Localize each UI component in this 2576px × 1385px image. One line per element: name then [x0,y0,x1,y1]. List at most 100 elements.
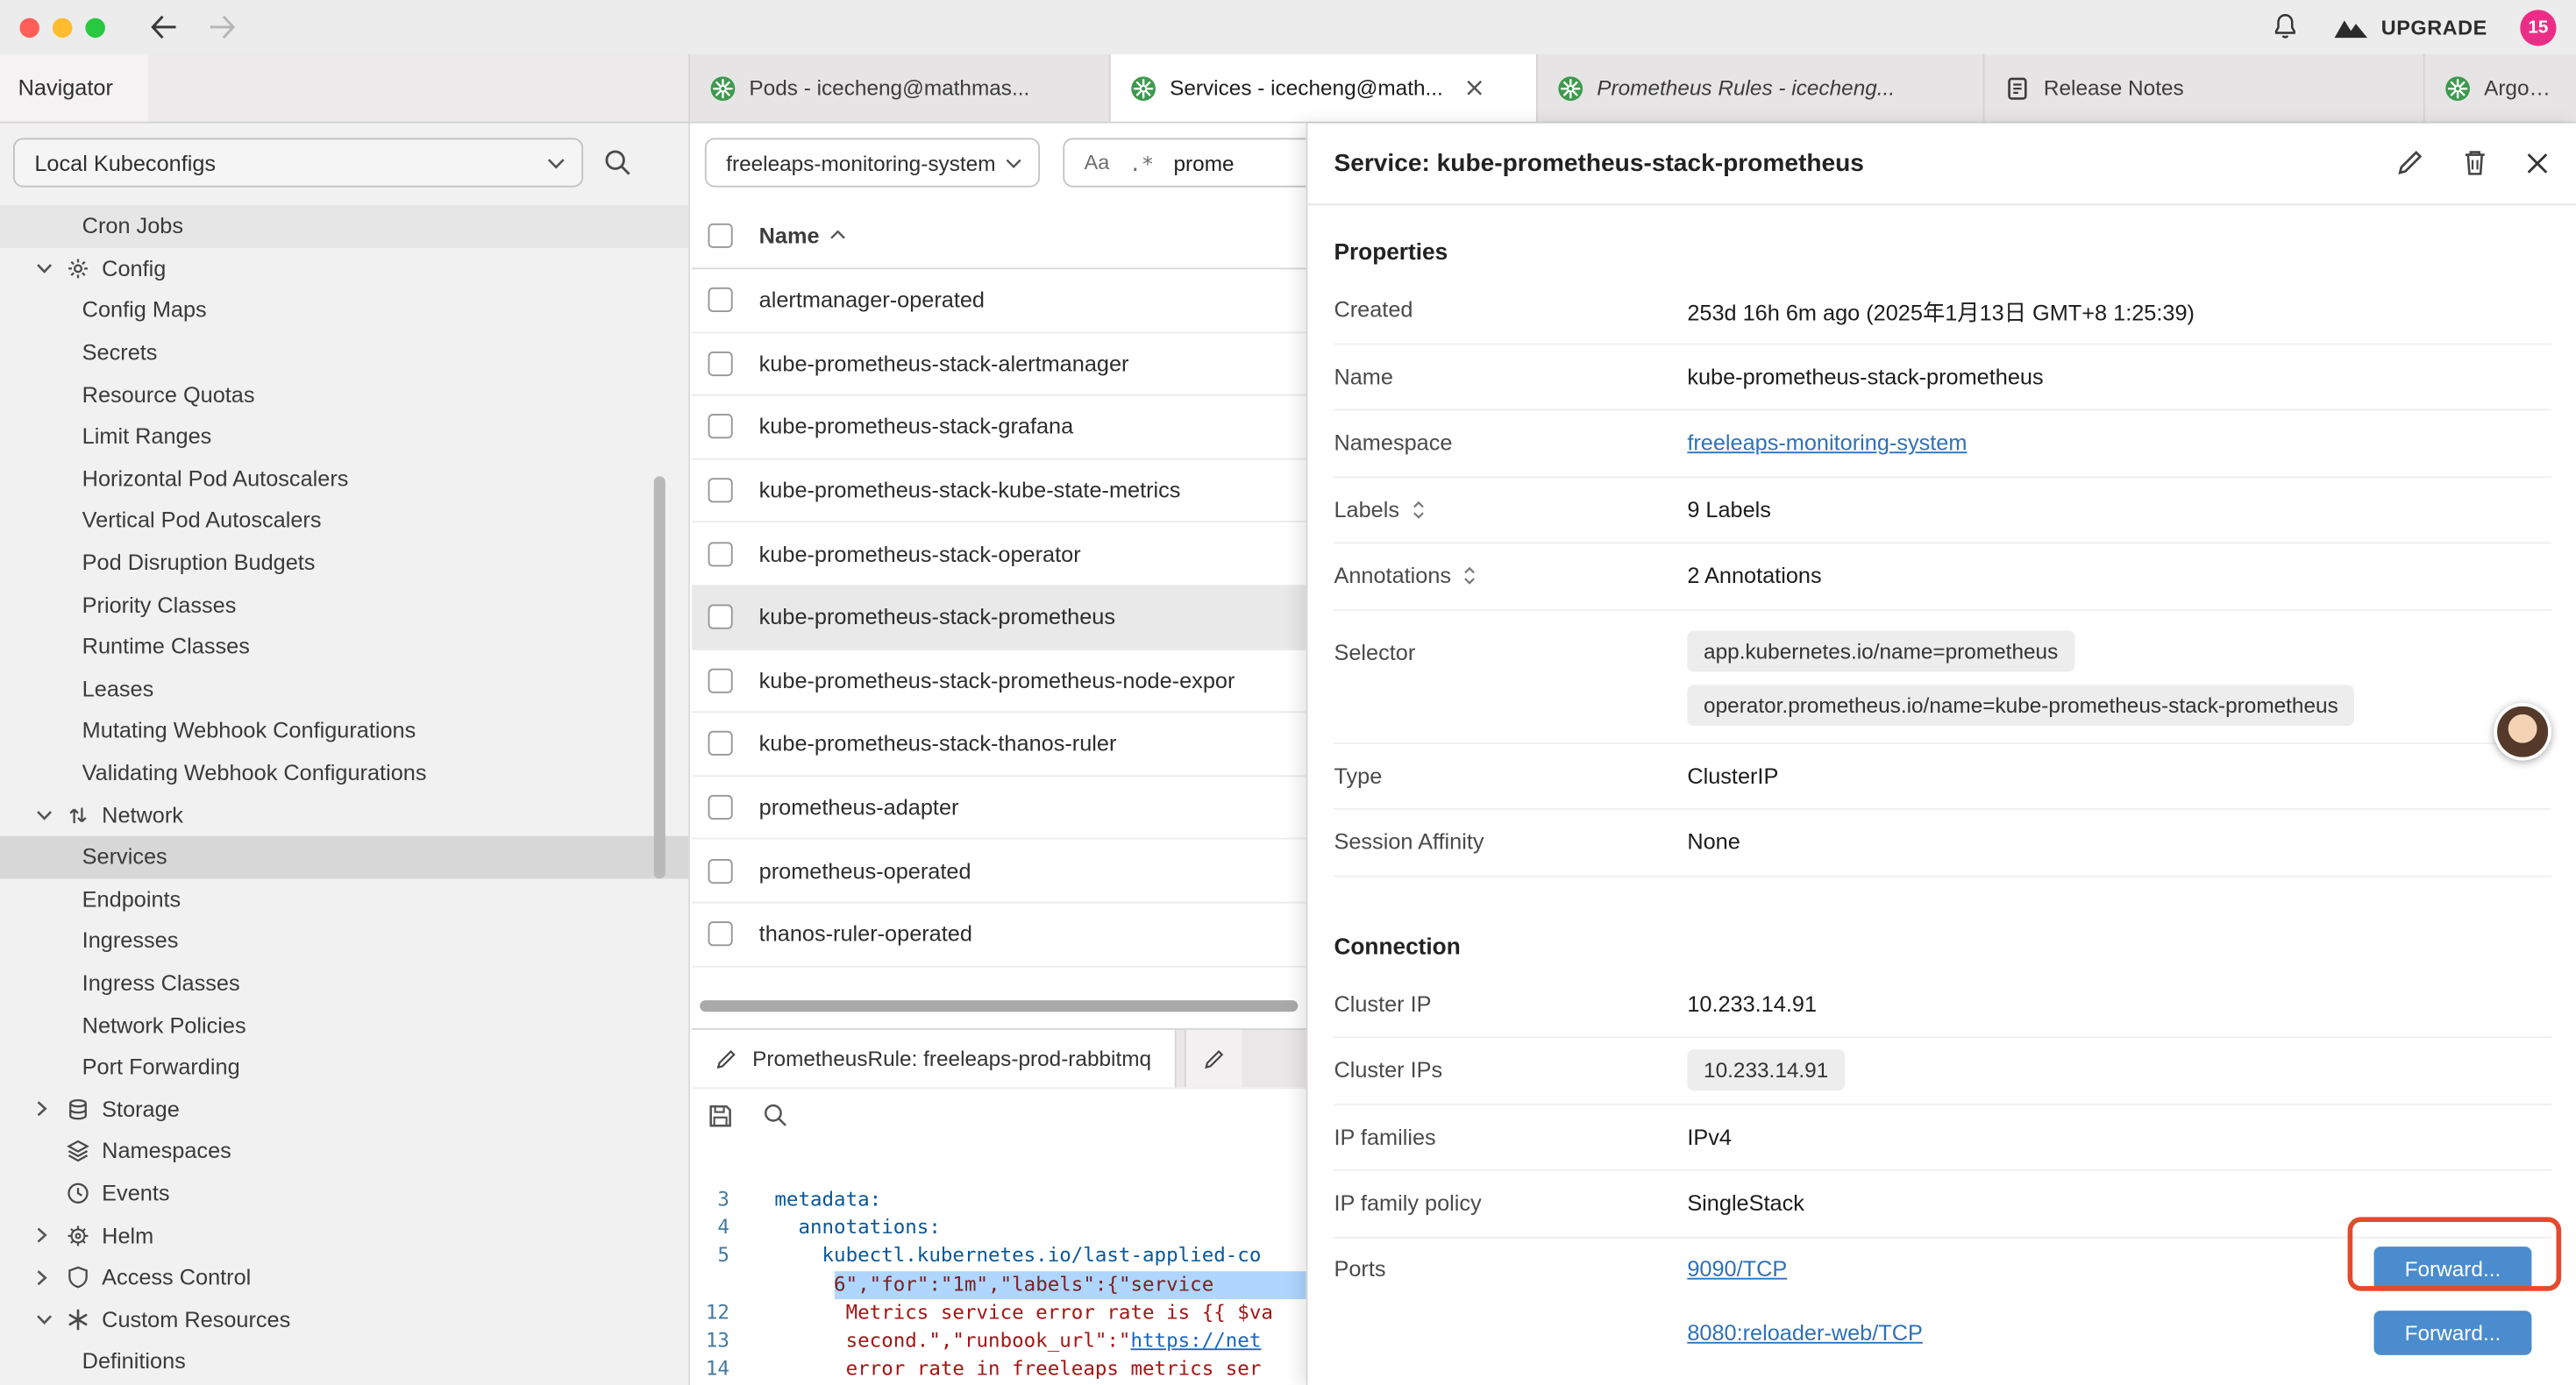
editor-search-icon[interactable] [762,1101,788,1131]
close-window-button[interactable] [19,18,39,37]
sidebar-item-ingresses[interactable]: Ingresses [0,920,688,962]
namespace-link[interactable]: freeleaps-monitoring-system [1687,430,1967,455]
table-row[interactable]: prometheus-operated [692,840,1306,903]
asterisk-icon [66,1307,102,1332]
select-all-checkbox[interactable] [708,223,733,247]
tab-pods[interactable]: Pods - icecheng@mathmas... [690,54,1111,122]
tab-release-notes[interactable]: Release Notes [1984,54,2424,122]
delete-icon[interactable] [2461,148,2489,178]
sort-toggle-icon[interactable] [1462,565,1477,586]
row-checkbox[interactable] [708,922,733,947]
zoom-window-button[interactable] [85,18,104,37]
upgrade-button[interactable]: UPGRADE [2333,15,2487,39]
row-checkbox[interactable] [708,795,733,820]
horizontal-scrollbar[interactable] [700,1000,1298,1012]
row-checkbox[interactable] [708,542,733,566]
port-link[interactable]: 8080:reloader-web/TCP [1687,1320,1923,1345]
sidebar-item-config-maps[interactable]: Config Maps [0,289,688,331]
row-checkbox[interactable] [708,352,733,376]
table-row[interactable]: prometheus-adapter [692,777,1306,840]
sidebar-search-icon[interactable] [603,148,633,178]
yaml-editor[interactable]: 3 metadata: 4 annotations: 5 kubectl.kub… [692,1143,1306,1385]
sidebar-item-events[interactable]: Events [0,1172,688,1214]
sidebar-item-network-policies[interactable]: Network Policies [0,1004,688,1046]
sidebar-item-priority-classes[interactable]: Priority Classes [0,584,688,626]
forward-button[interactable]: Forward... [2374,1310,2532,1355]
dock-tab-prometheusrule[interactable]: PrometheusRule: freeleaps-prod-rabbitmq [692,1030,1176,1088]
sidebar-item-access-control[interactable]: Access Control [0,1256,688,1298]
helm-wheel-icon [66,1223,102,1247]
sidebar-item-secrets[interactable]: Secrets [0,331,688,373]
sidebar-item-runtime-classes[interactable]: Runtime Classes [0,626,688,668]
forward-button[interactable]: Forward... [2374,1247,2532,1292]
notifications-bell-icon[interactable] [2271,12,2301,42]
avatar[interactable] [2494,703,2551,761]
sidebar-item-ingress-classes[interactable]: Ingress Classes [0,962,688,1004]
property-row-name: Name kube-prometheus-stack-prometheus [1334,344,2551,411]
search-input[interactable]: prome [1174,150,1235,174]
connection-row-cluster-ip: Cluster IP 10.233.14.91 [1334,971,2551,1038]
sidebar-item-cron-jobs[interactable]: Cron Jobs [0,205,688,247]
sidebar-item-definitions[interactable]: Definitions [0,1340,688,1382]
edit-icon[interactable] [2395,148,2425,178]
navigator-header: Navigator [0,54,148,122]
table-row[interactable]: thanos-ruler-operated [692,903,1306,966]
sidebar-item-limit-ranges[interactable]: Limit Ranges [0,416,688,458]
column-header-name[interactable]: Name [759,223,846,247]
sidebar-item-storage[interactable]: Storage [0,1088,688,1130]
match-case-toggle[interactable]: Aa [1085,151,1110,174]
port-link[interactable]: 9090/TCP [1687,1257,1787,1282]
table-row[interactable]: kube-prometheus-stack-operator [692,523,1306,586]
sidebar-item-vertical-pod-autoscalers[interactable]: Vertical Pod Autoscalers [0,500,688,542]
sort-toggle-icon[interactable] [1411,499,1426,520]
layers-icon [66,1139,102,1163]
tab-argo[interactable]: Argo Se [2425,54,2576,122]
kubeconfig-selector[interactable]: Local Kubeconfigs [13,138,583,187]
table-row[interactable]: kube-prometheus-stack-grafana [692,396,1306,459]
row-checkbox[interactable] [708,732,733,756]
navigator-sidebar: Local Kubeconfigs Cron Jobs Config Confi… [0,124,690,1385]
sidebar-item-port-forwarding[interactable]: Port Forwarding [0,1046,688,1088]
save-icon[interactable] [707,1101,735,1131]
tab-prometheus-rules[interactable]: Prometheus Rules - icecheng... [1538,54,1985,122]
sidebar-item-config[interactable]: Config [0,247,688,289]
sidebar-item-namespaces[interactable]: Namespaces [0,1130,688,1172]
sidebar-item-services[interactable]: Services [0,836,688,878]
namespace-filter-select[interactable]: freeleaps-monitoring-system [705,138,1040,187]
back-button[interactable] [148,12,178,42]
row-checkbox[interactable] [708,858,733,883]
row-checkbox[interactable] [708,668,733,692]
minimize-window-button[interactable] [53,18,72,37]
sidebar-item-mutating-webhook-configurations[interactable]: Mutating Webhook Configurations [0,710,688,752]
row-checkbox[interactable] [708,605,733,629]
sidebar-item-custom-resources[interactable]: Custom Resources [0,1298,688,1340]
table-row[interactable]: kube-prometheus-stack-kube-state-metrics [692,459,1306,522]
table-row[interactable]: kube-prometheus-stack-alertmanager [692,333,1306,396]
sidebar-item-pod-disruption-budgets[interactable]: Pod Disruption Budgets [0,542,688,584]
close-icon[interactable] [2525,149,2550,179]
sidebar-item-endpoints[interactable]: Endpoints [0,878,688,920]
notification-count-badge[interactable]: 15 [2520,9,2556,45]
mountains-icon [2333,15,2369,39]
table-row-selected[interactable]: kube-prometheus-stack-prometheus [692,586,1306,650]
row-checkbox[interactable] [708,288,733,312]
table-row[interactable]: kube-prometheus-stack-prometheus-node-ex… [692,650,1306,713]
table-row[interactable]: alertmanager-operated [692,269,1306,332]
sidebar-item-leases[interactable]: Leases [0,668,688,710]
selector-badge: operator.prometheus.io/name=kube-prometh… [1687,684,2354,725]
table-row[interactable]: kube-prometheus-stack-thanos-ruler [692,713,1306,776]
forward-button[interactable] [207,12,237,42]
sidebar-item-network[interactable]: Network [0,794,688,836]
close-tab-icon[interactable] [1466,79,1484,97]
tab-services[interactable]: Services - icecheng@math... [1111,54,1538,122]
chevron-down-icon [36,263,66,274]
sidebar-item-horizontal-pod-autoscalers[interactable]: Horizontal Pod Autoscalers [0,458,688,500]
sidebar-scrollbar[interactable] [654,476,665,878]
sidebar-item-helm[interactable]: Helm [0,1214,688,1256]
row-checkbox[interactable] [708,415,733,439]
sidebar-item-validating-webhook-configurations[interactable]: Validating Webhook Configurations [0,752,688,794]
regex-toggle[interactable]: .* [1129,150,1154,174]
dock-tab-partial[interactable] [1185,1030,1242,1088]
sidebar-item-resource-quotas[interactable]: Resource Quotas [0,373,688,416]
row-checkbox[interactable] [708,478,733,502]
